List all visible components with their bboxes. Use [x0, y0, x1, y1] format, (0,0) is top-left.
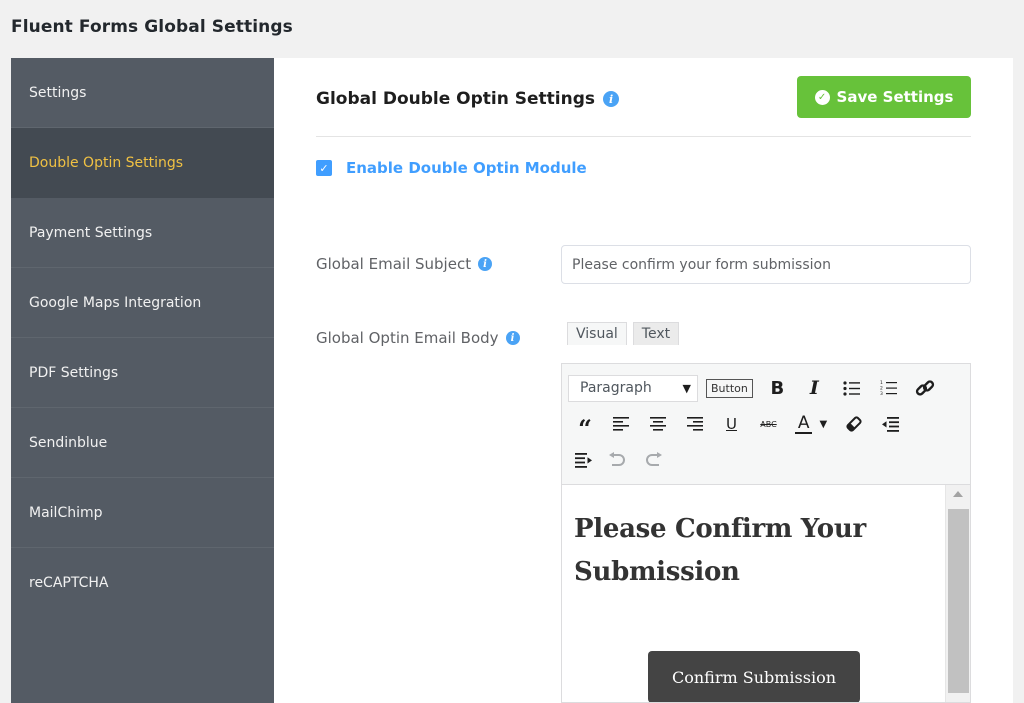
- email-body-label: Global Optin Email Body i: [316, 329, 520, 347]
- sidebar-item-label: MailChimp: [29, 504, 103, 521]
- numbered-list-icon[interactable]: 123: [870, 373, 907, 403]
- format-select-value: Paragraph: [580, 380, 652, 396]
- section-header: Global Double Optin Settings i ✓ Save Se…: [316, 76, 971, 137]
- sidebar-item-label: PDF Settings: [29, 364, 119, 381]
- sidebar-item-label: Sendinblue: [29, 434, 108, 451]
- enable-double-optin-checkbox[interactable]: ✓ Enable Double Optin Module: [316, 159, 587, 177]
- sidebar-item-settings[interactable]: Settings: [11, 58, 274, 128]
- sidebar-item-label: reCAPTCHA: [29, 575, 109, 591]
- editor-content[interactable]: Please Confirm Your Submission Confirm S…: [562, 485, 970, 702]
- sidebar-item-label: Double Optin Settings: [29, 154, 184, 171]
- settings-container: Settings Double Optin Settings Payment S…: [11, 58, 1013, 703]
- email-subject-label: Global Email Subject i: [316, 255, 493, 273]
- clear-formatting-icon[interactable]: [835, 409, 872, 439]
- page-title: Fluent Forms Global Settings: [11, 17, 293, 37]
- email-subject-input[interactable]: [561, 245, 971, 284]
- italic-icon[interactable]: I: [796, 373, 833, 403]
- align-right-icon[interactable]: [676, 409, 713, 439]
- svg-text:2: 2: [880, 386, 883, 392]
- editor-toolbar: Paragraph ▼ Button B I 123 “ U ABC A ▼: [562, 364, 970, 485]
- email-body-label-text: Global Optin Email Body: [316, 329, 499, 347]
- align-center-icon[interactable]: [639, 409, 676, 439]
- info-icon[interactable]: i: [603, 91, 620, 107]
- scroll-up-arrow-icon[interactable]: [953, 491, 963, 497]
- section-title-text: Global Double Optin Settings: [316, 89, 596, 109]
- chevron-down-icon: ▼: [682, 381, 691, 395]
- main-panel: Global Double Optin Settings i ✓ Save Se…: [274, 58, 1013, 703]
- save-settings-label: Save Settings: [836, 88, 954, 106]
- format-select[interactable]: Paragraph ▼: [568, 374, 698, 402]
- link-icon[interactable]: [907, 373, 944, 403]
- strikethrough-icon[interactable]: ABC: [750, 409, 787, 439]
- svg-text:3: 3: [880, 391, 883, 396]
- text-color-icon[interactable]: A ▼: [787, 409, 835, 439]
- underline-icon[interactable]: U: [713, 409, 750, 439]
- outdent-icon[interactable]: [872, 409, 909, 439]
- rich-text-editor: Paragraph ▼ Button B I 123 “ U ABC A ▼ P…: [561, 363, 971, 703]
- check-circle-icon: ✓: [814, 89, 830, 105]
- align-left-icon[interactable]: [602, 409, 639, 439]
- sidebar-item-recaptcha[interactable]: reCAPTCHA: [11, 548, 274, 618]
- tab-text[interactable]: Text: [632, 322, 680, 345]
- confirm-submission-button[interactable]: Confirm Submission: [648, 651, 860, 702]
- enable-double-optin-label: Enable Double Optin Module: [346, 159, 587, 177]
- sidebar-item-label: Google Maps Integration: [29, 294, 202, 311]
- email-heading: Please Confirm Your Submission: [574, 514, 866, 587]
- editor-tabs: Visual Text: [567, 322, 680, 345]
- blockquote-icon[interactable]: “: [568, 409, 602, 443]
- checkbox-checked-icon[interactable]: ✓: [316, 160, 332, 176]
- scrollbar-thumb[interactable]: [948, 509, 969, 693]
- redo-icon[interactable]: [635, 445, 672, 475]
- sidebar-item-label: Payment Settings: [29, 224, 153, 241]
- sidebar-item-pdf-settings[interactable]: PDF Settings: [11, 338, 274, 408]
- info-icon[interactable]: i: [478, 257, 493, 271]
- sidebar-item-mailchimp[interactable]: MailChimp: [11, 478, 274, 548]
- sidebar: Settings Double Optin Settings Payment S…: [11, 58, 274, 703]
- svg-text:1: 1: [880, 380, 883, 386]
- bold-icon[interactable]: B: [759, 373, 796, 403]
- section-title: Global Double Optin Settings i: [316, 89, 620, 109]
- sidebar-item-label: Settings: [29, 84, 87, 101]
- email-subject-label-text: Global Email Subject: [316, 255, 472, 273]
- editor-scrollbar[interactable]: [945, 485, 970, 702]
- sidebar-item-sendinblue[interactable]: Sendinblue: [11, 408, 274, 478]
- sidebar-item-payment-settings[interactable]: Payment Settings: [11, 198, 274, 268]
- bullet-list-icon[interactable]: [833, 373, 870, 403]
- save-settings-button[interactable]: ✓ Save Settings: [797, 76, 971, 118]
- sidebar-item-double-optin-settings[interactable]: Double Optin Settings: [11, 128, 274, 198]
- info-icon[interactable]: i: [505, 331, 520, 345]
- tab-visual[interactable]: Visual: [567, 322, 627, 345]
- insert-button-shortcode[interactable]: Button: [706, 378, 753, 398]
- sidebar-item-google-maps-integration[interactable]: Google Maps Integration: [11, 268, 274, 338]
- indent-icon[interactable]: [568, 445, 598, 475]
- undo-icon[interactable]: [598, 445, 635, 475]
